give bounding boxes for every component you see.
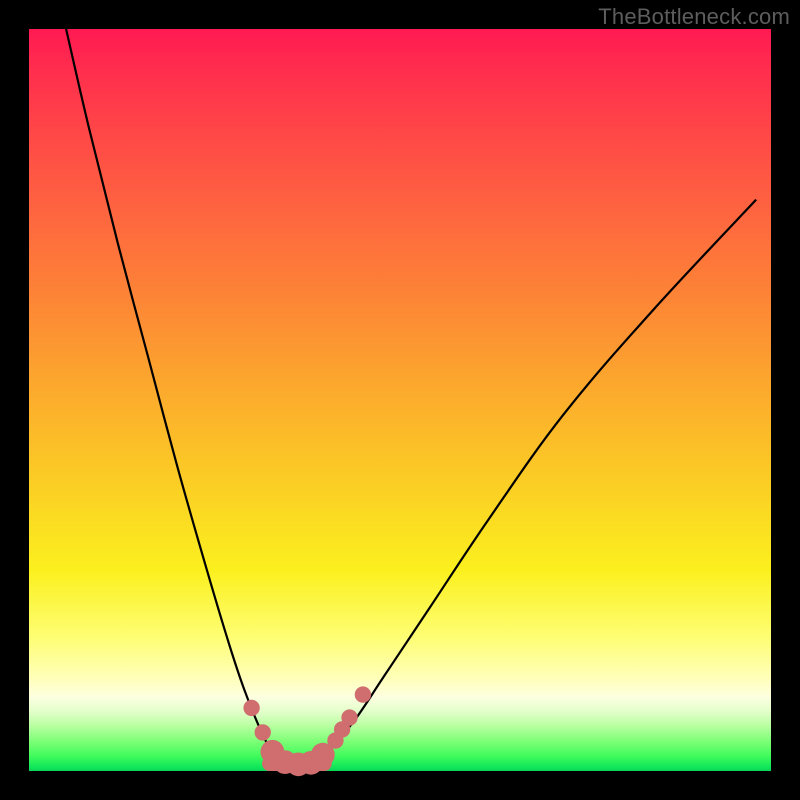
chart-svg: [29, 29, 771, 771]
plot-area: [29, 29, 771, 771]
outer-frame: TheBottleneck.com: [0, 0, 800, 800]
curve-marker: [243, 700, 259, 716]
curve-marker: [355, 686, 371, 702]
watermark-text: TheBottleneck.com: [598, 4, 790, 30]
bottleneck-curve: [66, 29, 756, 766]
curve-marker: [255, 724, 271, 740]
curve-marker: [341, 709, 357, 725]
